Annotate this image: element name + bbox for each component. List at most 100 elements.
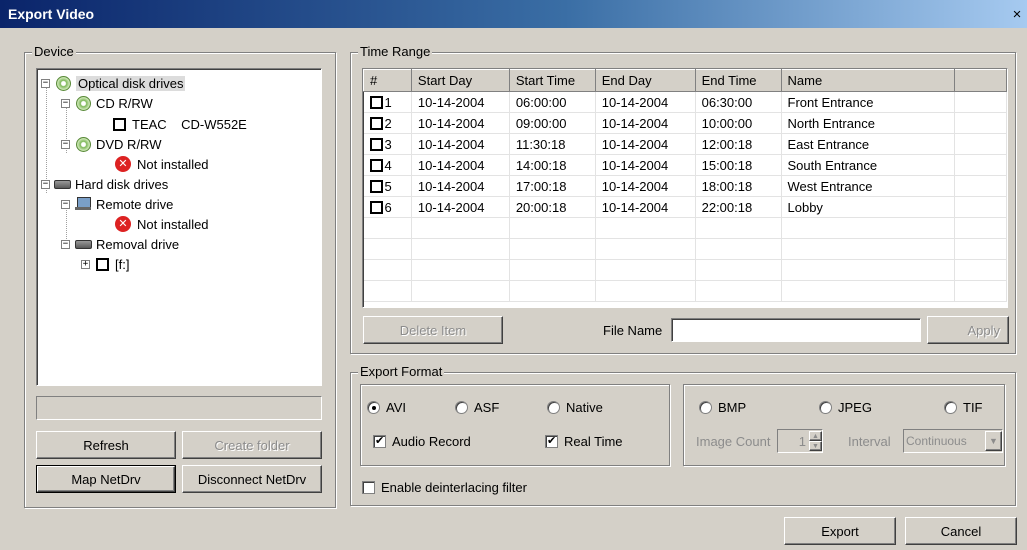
- start-time-cell: 11:30:18: [509, 133, 596, 155]
- collapse-icon[interactable]: −: [61, 139, 70, 149]
- end-day-cell: 10-14-2004: [595, 91, 696, 113]
- deinterlace-option[interactable]: Enable deinterlacing filter: [362, 480, 527, 495]
- interval-label: Interval: [848, 434, 891, 449]
- cancel-button[interactable]: Cancel: [905, 517, 1017, 545]
- table-row[interactable]: 6 10-14-2004 20:00:18 10-14-2004 22:00:1…: [363, 196, 1007, 218]
- tif-radio-option[interactable]: TIF: [944, 400, 983, 415]
- end-time-cell: 06:30:00: [695, 91, 782, 113]
- tree-node-cdrw[interactable]: − CD R/RW: [61, 94, 153, 112]
- map-netdrv-button[interactable]: Map NetDrv: [36, 465, 176, 493]
- create-folder-button[interactable]: Create folder: [182, 431, 322, 459]
- close-icon[interactable]: ×: [1009, 6, 1025, 23]
- start-day-cell: 10-14-2004: [411, 175, 510, 197]
- column-header[interactable]: Name: [780, 69, 956, 92]
- time-range-table[interactable]: # Start Day Start Time End Day End Time …: [362, 68, 1008, 308]
- column-header[interactable]: End Day: [594, 69, 696, 92]
- table-row[interactable]: 5 10-14-2004 17:00:18 10-14-2004 18:00:1…: [363, 175, 1007, 197]
- name-cell: East Entrance: [781, 133, 956, 155]
- collapse-icon[interactable]: −: [41, 179, 50, 189]
- refresh-button[interactable]: Refresh: [36, 431, 176, 459]
- native-radio-option[interactable]: Native: [547, 400, 603, 415]
- row-checkbox[interactable]: [369, 158, 383, 172]
- empty-row: [363, 259, 1007, 281]
- tree-node-f-drive[interactable]: + [f:]: [81, 255, 129, 273]
- column-header[interactable]: End Time: [694, 69, 782, 92]
- real-time-checkbox[interactable]: [545, 434, 558, 448]
- tree-label-dvd-not-installed: Not installed: [137, 156, 209, 172]
- native-radio[interactable]: [547, 401, 560, 414]
- tree-label-remote: Remote drive: [96, 196, 174, 212]
- start-day-cell: 10-14-2004: [411, 91, 510, 113]
- start-time-cell: 17:00:18: [509, 175, 596, 197]
- tree-label-teac: TEAC CD-W552E: [132, 116, 247, 132]
- column-header[interactable]: Start Time: [508, 69, 596, 92]
- row-checkbox[interactable]: [369, 179, 383, 193]
- time-range-group-label: Time Range: [358, 44, 433, 59]
- avi-radio-option[interactable]: AVI: [367, 400, 406, 415]
- row-checkbox[interactable]: [369, 200, 383, 214]
- collapse-icon[interactable]: −: [61, 98, 70, 108]
- spin-down-icon[interactable]: ▼: [809, 441, 822, 451]
- end-day-cell: 10-14-2004: [595, 175, 696, 197]
- tree-node-optical[interactable]: − Optical disk drives: [41, 74, 186, 92]
- name-cell: South Entrance: [781, 154, 956, 176]
- real-time-label: Real Time: [564, 434, 623, 449]
- row-checkbox[interactable]: [369, 116, 383, 130]
- teac-checkbox[interactable]: [113, 117, 126, 131]
- start-day-cell: 10-14-2004: [411, 154, 510, 176]
- tree-label-cdrw: CD R/RW: [96, 95, 153, 111]
- avi-radio[interactable]: [367, 401, 380, 414]
- collapse-icon[interactable]: −: [61, 239, 70, 249]
- start-day-cell: 10-14-2004: [411, 112, 510, 134]
- image-count-stepper[interactable]: 1 ▲ ▼: [777, 429, 823, 453]
- tree-node-teac[interactable]: TEAC CD-W552E: [113, 115, 247, 133]
- device-tree[interactable]: − Optical disk drives − CD R/RW TEAC CD-…: [36, 68, 322, 386]
- table-row[interactable]: 3 10-14-2004 11:30:18 10-14-2004 12:00:1…: [363, 133, 1007, 155]
- bmp-radio-option[interactable]: BMP: [699, 400, 746, 415]
- deinterlace-checkbox[interactable]: [362, 481, 375, 494]
- expand-icon[interactable]: +: [81, 259, 90, 269]
- bmp-radio[interactable]: [699, 401, 712, 414]
- tif-radio[interactable]: [944, 401, 957, 414]
- table-row[interactable]: 1 10-14-2004 06:00:00 10-14-2004 06:30:0…: [363, 91, 1007, 113]
- column-header[interactable]: #: [363, 69, 412, 92]
- row-number: 1: [384, 94, 392, 110]
- row-number: 2: [384, 115, 392, 131]
- export-button[interactable]: Export: [784, 517, 896, 545]
- jpeg-radio-option[interactable]: JPEG: [819, 400, 872, 415]
- real-time-option[interactable]: Real Time: [545, 434, 623, 449]
- tree-node-hdd[interactable]: − Hard disk drives: [41, 175, 168, 193]
- interval-select[interactable]: Continuous ▼: [903, 429, 1003, 453]
- tree-node-dvdrw[interactable]: − DVD R/RW: [61, 135, 161, 153]
- cd-drive-icon: [76, 95, 91, 111]
- asf-label: ASF: [474, 400, 500, 415]
- f-drive-checkbox[interactable]: [96, 257, 109, 271]
- table-row[interactable]: 2 10-14-2004 09:00:00 10-14-2004 10:00:0…: [363, 112, 1007, 134]
- end-time-cell: 10:00:00: [695, 112, 782, 134]
- dropdown-arrow-icon[interactable]: ▼: [985, 431, 1002, 451]
- delete-item-button[interactable]: Delete Item: [363, 316, 503, 344]
- optical-disk-icon: [56, 75, 71, 91]
- start-time-cell: 09:00:00: [509, 112, 596, 134]
- asf-radio[interactable]: [455, 401, 468, 414]
- asf-radio-option[interactable]: ASF: [455, 400, 499, 415]
- file-name-input[interactable]: [671, 318, 921, 342]
- tree-node-removal[interactable]: − Removal drive: [61, 235, 179, 253]
- spin-up-icon[interactable]: ▲: [809, 431, 822, 441]
- tree-label-optical: Optical disk drives: [76, 75, 186, 91]
- collapse-icon[interactable]: −: [61, 199, 70, 209]
- column-header-blank: [954, 69, 1007, 92]
- table-row[interactable]: 4 10-14-2004 14:00:18 10-14-2004 15:00:1…: [363, 154, 1007, 176]
- row-checkbox[interactable]: [369, 137, 383, 151]
- row-checkbox[interactable]: [369, 95, 383, 109]
- disconnect-netdrv-button[interactable]: Disconnect NetDrv: [182, 465, 322, 493]
- avi-label: AVI: [386, 400, 406, 415]
- column-header[interactable]: Start Day: [410, 69, 510, 92]
- audio-record-checkbox[interactable]: [373, 434, 386, 448]
- spin-buttons[interactable]: ▲ ▼: [809, 431, 822, 451]
- tree-node-remote[interactable]: − Remote drive: [61, 195, 173, 213]
- collapse-icon[interactable]: −: [41, 78, 50, 88]
- jpeg-radio[interactable]: [819, 401, 832, 414]
- audio-record-option[interactable]: Audio Record: [373, 434, 471, 449]
- apply-button[interactable]: Apply: [927, 316, 1009, 344]
